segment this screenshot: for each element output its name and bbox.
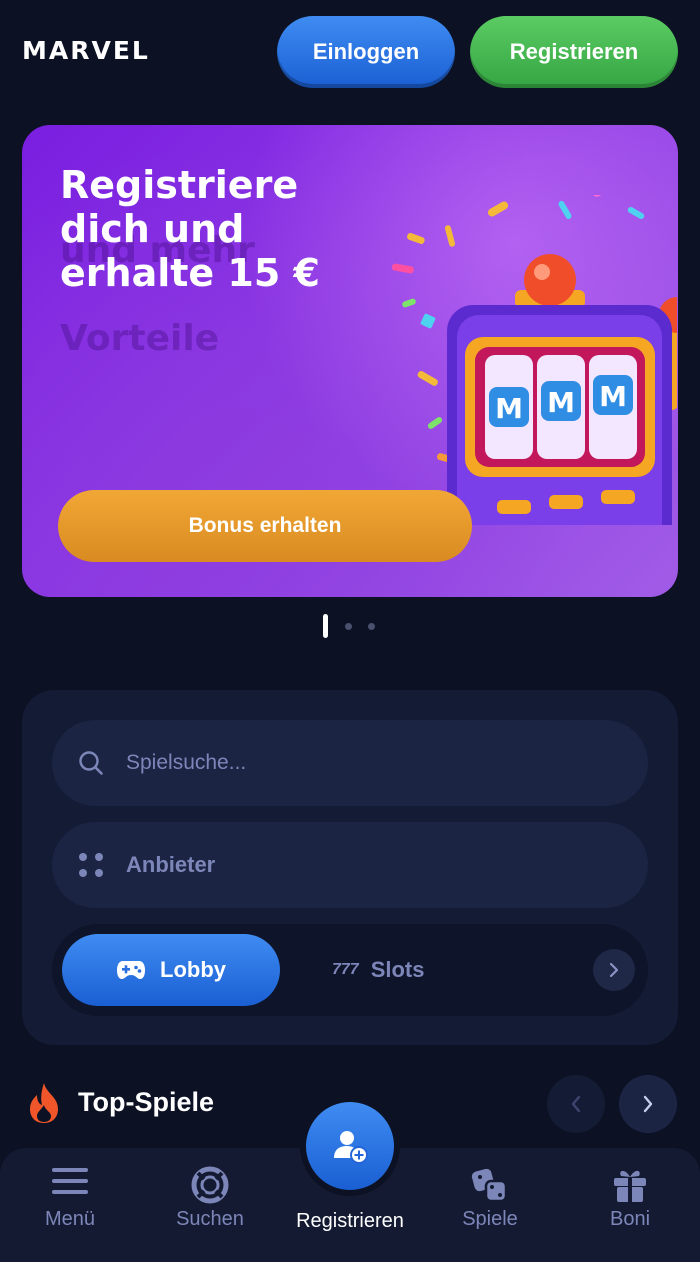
svg-text:M: M	[599, 380, 627, 413]
bonus-button[interactable]: Bonus erhalten	[58, 490, 472, 562]
svg-text:M: M	[495, 392, 523, 425]
chevron-right-icon	[643, 1095, 653, 1113]
top-games-prev-button[interactable]	[547, 1075, 605, 1133]
register-button[interactable]: Registrieren	[470, 16, 678, 88]
carousel-dot-active[interactable]	[323, 614, 328, 638]
fire-icon	[30, 1083, 58, 1123]
search-icon	[79, 751, 103, 775]
add-user-icon	[334, 1131, 368, 1164]
chevron-right-icon	[609, 962, 619, 978]
gamepad-icon	[117, 961, 145, 979]
chevron-left-icon	[571, 1095, 581, 1113]
tab-slots[interactable]: 777 Slots	[332, 934, 502, 1006]
search-panel: Spielsuche... Anbieter Lobby 777 Slots	[22, 690, 678, 1045]
carousel-indicator	[320, 614, 380, 638]
carousel-dot[interactable]	[345, 623, 352, 630]
providers-select[interactable]: Anbieter	[52, 822, 648, 908]
register-fab-button[interactable]	[306, 1102, 394, 1190]
dice-icon	[471, 1168, 508, 1203]
svg-text:M: M	[547, 386, 575, 419]
gift-icon	[614, 1170, 646, 1202]
lifebuoy-icon	[191, 1166, 229, 1204]
nav-item-games[interactable]: Spiele	[430, 1166, 550, 1256]
search-placeholder: Spielsuche...	[126, 751, 247, 774]
nav-item-label: Menü	[44, 1208, 96, 1230]
top-games-title: Top-Spiele	[78, 1087, 215, 1117]
logo[interactable]: MARVEL	[22, 36, 150, 65]
top-games-next-button[interactable]	[619, 1075, 677, 1133]
providers-label: Anbieter	[126, 852, 216, 877]
search-input[interactable]: Spielsuche...	[52, 720, 648, 806]
nav-item-label: Spiele	[462, 1208, 518, 1230]
nav-item-bonuses[interactable]: Boni	[570, 1166, 690, 1256]
tab-slots-label: Slots	[370, 957, 425, 982]
category-tabs: Lobby 777 Slots	[52, 924, 648, 1016]
nav-item-label: Boni	[609, 1208, 651, 1230]
banner-title: Registriere dich und erhalte 15 €	[60, 163, 320, 295]
slots-777-icon: 777	[332, 961, 359, 978]
nav-item-register-label[interactable]: Registrieren	[270, 1210, 430, 1233]
slot-machine-illustration: M M M	[391, 195, 677, 525]
nav-item-label: Suchen	[176, 1208, 244, 1230]
promo-banner[interactable]: und mehr Vorteile Registriere dich und e…	[22, 125, 678, 597]
tab-lobby-label: Lobby	[160, 957, 226, 982]
grid-dots-icon	[79, 853, 103, 877]
nav-item-menu[interactable]: Menü	[10, 1166, 130, 1256]
nav-item-search[interactable]: Suchen	[150, 1166, 270, 1256]
carousel-dot[interactable]	[368, 623, 375, 630]
login-button[interactable]: Einloggen	[277, 16, 455, 88]
menu-icon	[52, 1168, 88, 1194]
header: MARVEL Einloggen Registrieren	[0, 0, 700, 105]
tabs-scroll-next-button[interactable]	[593, 949, 635, 991]
tab-lobby[interactable]: Lobby	[62, 934, 280, 1006]
